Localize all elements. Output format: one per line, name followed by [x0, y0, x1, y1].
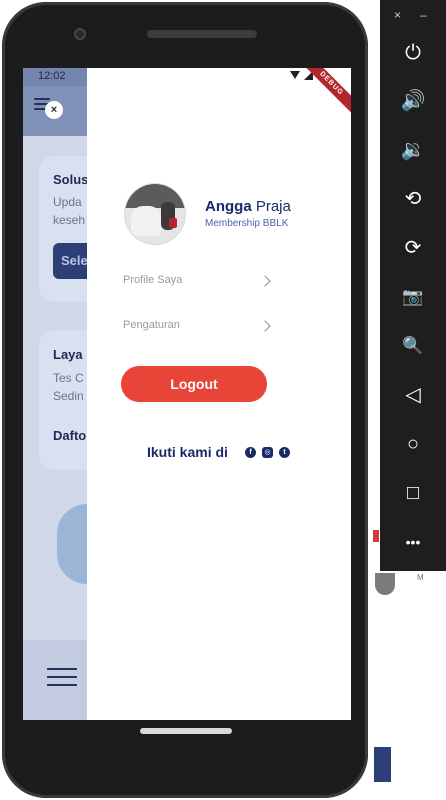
- background-window-bar: [374, 747, 391, 782]
- solution-card-text-1: Upda: [53, 195, 82, 209]
- twitter-icon[interactable]: t: [279, 447, 290, 458]
- membership-label: Membership BBLK: [205, 218, 289, 229]
- volume-down-icon[interactable]: 🔉: [398, 135, 428, 165]
- background-window-text: M: [417, 573, 424, 582]
- menu-item-label: Profile Saya: [123, 274, 183, 286]
- home-icon[interactable]: ○: [398, 429, 428, 459]
- camera-icon[interactable]: 📷: [398, 282, 428, 312]
- camera-lens: [74, 28, 86, 40]
- facebook-icon[interactable]: f: [245, 447, 256, 458]
- overview-icon[interactable]: □: [398, 478, 428, 508]
- rotate-right-icon[interactable]: ⟳: [398, 233, 428, 263]
- user-name: Angga Praja: [205, 198, 291, 215]
- service-card-text-1: Tes C: [53, 371, 84, 385]
- instagram-icon[interactable]: ◎: [262, 447, 273, 458]
- service-card-text-2: Sedin: [53, 389, 84, 403]
- chevron-right-icon: [259, 275, 271, 287]
- menu-item-label: Pengaturan: [123, 319, 180, 331]
- gesture-bar: [140, 728, 232, 734]
- follow-us-label: Ikuti kami di: [147, 444, 228, 460]
- solution-card-title: Solus: [53, 172, 89, 187]
- more-icon[interactable]: •••: [398, 527, 428, 557]
- service-card-title: Laya: [53, 347, 83, 362]
- navigation-drawer: DEBUG Angga Praja Membership BBLK Profil…: [87, 68, 351, 720]
- emulator-close-icon[interactable]: ×: [394, 8, 401, 22]
- background-thumbnail: [375, 573, 395, 595]
- power-icon[interactable]: ⏻: [398, 38, 428, 68]
- social-links: f ◎ t: [245, 447, 290, 458]
- zoom-icon[interactable]: 🔍: [398, 331, 428, 361]
- emulator-toolbar: × – ⏻ 🔊 🔉 ⟲ ⟳ 📷 🔍 ◁ ○ □ •••: [380, 0, 446, 571]
- logout-button[interactable]: Logout: [121, 366, 267, 402]
- menu-item-profile[interactable]: Profile Saya: [123, 272, 275, 294]
- filter-icon[interactable]: [47, 668, 77, 692]
- chevron-right-icon: [259, 320, 271, 332]
- user-last-name: Praja: [255, 198, 291, 215]
- emulator-minimize-icon[interactable]: –: [420, 8, 427, 22]
- earpiece: [147, 30, 257, 38]
- list-section-title: Dafto: [53, 428, 87, 443]
- wifi-icon: [290, 71, 300, 79]
- emulator-window-controls: × –: [380, 8, 446, 22]
- close-drawer-icon[interactable]: ×: [45, 101, 63, 119]
- status-icons: [290, 71, 313, 80]
- rotate-left-icon[interactable]: ⟲: [398, 184, 428, 214]
- background-window: M: [373, 571, 446, 800]
- menu-item-settings[interactable]: Pengaturan: [123, 317, 275, 339]
- background-window-accent: [373, 530, 379, 542]
- volume-up-icon[interactable]: 🔊: [398, 86, 428, 116]
- user-first-name: Angga: [205, 198, 252, 215]
- phone-screen: 12:02 × Solus Upda keseh Sele Laya Tes C…: [23, 68, 351, 720]
- phone-frame: 12:02 × Solus Upda keseh Sele Laya Tes C…: [2, 2, 368, 798]
- solution-card-text-2: keseh: [53, 213, 86, 227]
- status-time: 12:02: [38, 70, 66, 82]
- back-icon[interactable]: ◁: [398, 380, 428, 410]
- avatar[interactable]: [125, 184, 185, 244]
